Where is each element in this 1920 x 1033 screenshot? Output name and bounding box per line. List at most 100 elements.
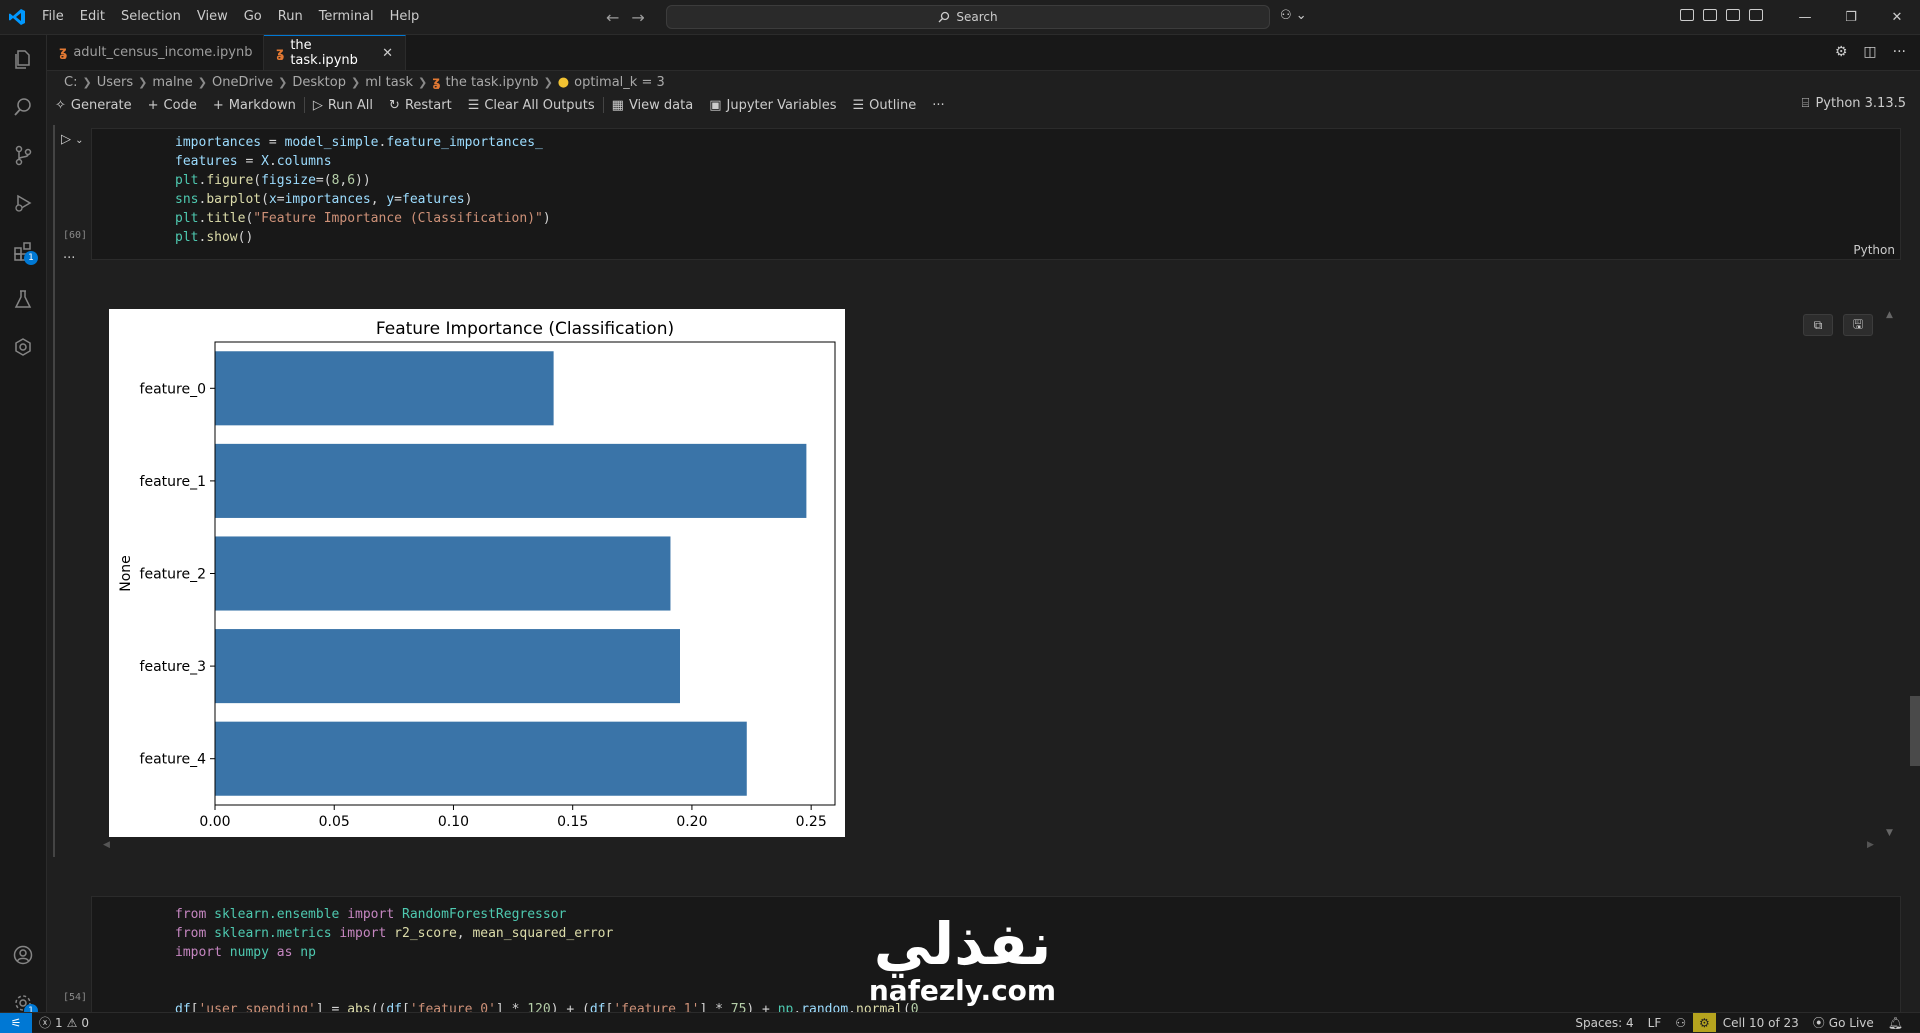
generate-button[interactable]: ✧ Generate	[47, 94, 140, 116]
chevron-right-icon: ❯	[351, 75, 361, 89]
clear-outputs-icon: ☰	[467, 97, 480, 113]
error-count: 1	[55, 1015, 63, 1030]
run-debug-icon[interactable]	[0, 183, 46, 223]
execution-count: [54]	[63, 992, 88, 1003]
y-axis-label: None	[118, 555, 134, 592]
run-all-label: Run All	[327, 97, 374, 113]
close-window-icon[interactable]: ✕	[1874, 10, 1920, 25]
python-icon: ●	[557, 74, 570, 90]
problems-indicator[interactable]: ⓧ 1 ⚠ 0	[32, 1014, 96, 1031]
breadcrumb-item[interactable]: malne	[152, 75, 192, 90]
output-more-button[interactable]: ···	[63, 251, 75, 266]
breadcrumb-item[interactable]: OneDrive	[212, 75, 273, 90]
y-tick-label: feature_1	[140, 474, 206, 490]
breadcrumb-item[interactable]: C:	[64, 75, 77, 90]
breadcrumb-item[interactable]: Users	[97, 75, 133, 90]
toggle-primary-sidebar-icon[interactable]	[1703, 9, 1717, 21]
highlighted-status-icon[interactable]: ⚙	[1693, 1013, 1716, 1032]
menu-run[interactable]: Run	[270, 0, 311, 34]
back-arrow-icon[interactable]: ←	[606, 8, 619, 27]
toggle-panel-icon[interactable]	[1726, 9, 1740, 21]
restore-icon[interactable]: ❐	[1828, 10, 1874, 25]
clear-all-outputs-button[interactable]: ☰ Clear All Outputs	[460, 94, 603, 116]
x-tick-label: 0.10	[438, 814, 469, 830]
copilot-extension-icon[interactable]	[0, 327, 46, 367]
chevron-right-icon: ❯	[138, 75, 148, 89]
search-view-icon[interactable]	[0, 87, 46, 127]
outline-button[interactable]: ☰ Outline	[845, 94, 925, 116]
breadcrumb-item[interactable]: ml task	[365, 75, 413, 90]
outline-label: Outline	[869, 97, 917, 113]
view-data-button[interactable]: ▦ View data	[604, 94, 702, 116]
x-tick-label: 0.00	[199, 814, 230, 830]
breadcrumb-item[interactable]: the task.ipynb	[446, 75, 539, 90]
close-tab-icon[interactable]: ✕	[382, 46, 393, 61]
add-markdown-cell-button[interactable]: + Markdown	[205, 94, 304, 116]
notifications-bell-icon[interactable]: 🔔︎	[1881, 1016, 1910, 1030]
restart-icon: ↻	[389, 97, 400, 113]
run-cell-button[interactable]: ▷ ⌄	[61, 132, 84, 147]
menu-go[interactable]: Go	[236, 0, 270, 34]
more-actions-icon[interactable]: ···	[1893, 44, 1906, 60]
cell-language-label[interactable]: Python	[1853, 243, 1895, 257]
plus-icon: +	[212, 97, 224, 113]
output-scroll-down-icon[interactable]: ▼	[1886, 828, 1893, 838]
save-output-icon[interactable]: 🖫	[1843, 314, 1873, 336]
copilot-status-icon[interactable]: ⚇	[1668, 1016, 1693, 1030]
testing-flask-icon[interactable]	[0, 279, 46, 319]
breadcrumb-item[interactable]: optimal_k = 3	[574, 75, 665, 90]
broadcast-icon: ⦿	[1812, 1016, 1825, 1030]
toggle-secondary-sidebar-icon[interactable]	[1749, 9, 1763, 21]
explorer-icon[interactable]	[0, 39, 46, 79]
menu-help[interactable]: Help	[382, 0, 428, 34]
code-line: importances = model_simple.feature_impor…	[175, 135, 543, 150]
output-scroll-right-icon[interactable]: ▶	[1867, 840, 1874, 850]
generate-label: Generate	[70, 97, 132, 113]
output-scroll-up-icon[interactable]: ▲	[1886, 310, 1893, 320]
tab-adult-census-income[interactable]: ʓ adult_census_income.ipynb	[47, 35, 264, 70]
chevron-right-icon: ❯	[543, 75, 553, 89]
notebook-settings-gear-icon[interactable]: ⚙	[1835, 44, 1848, 60]
menu-file[interactable]: File	[34, 0, 72, 34]
breadcrumb-item[interactable]: Desktop	[292, 75, 346, 90]
tab-the-task[interactable]: ʓ the task.ipynb ✕	[264, 35, 406, 70]
source-control-icon[interactable]	[0, 135, 46, 175]
editor-scrollbar[interactable]	[1910, 696, 1920, 766]
jupyter-variables-button[interactable]: ▣ Jupyter Variables	[701, 94, 844, 116]
indentation-status[interactable]: Spaces: 4	[1568, 1016, 1640, 1030]
extensions-icon[interactable]	[0, 231, 46, 271]
forward-arrow-icon[interactable]: →	[631, 8, 644, 27]
tab-label: the task.ipynb	[290, 38, 358, 68]
accounts-icon[interactable]	[0, 935, 46, 975]
menu-terminal[interactable]: Terminal	[311, 0, 382, 34]
minimize-icon[interactable]: —	[1782, 10, 1828, 25]
execution-count: [60]	[63, 230, 88, 241]
more-toolbar-button[interactable]: ···	[924, 94, 952, 116]
chevron-right-icon: ❯	[278, 75, 288, 89]
restart-button[interactable]: ↻ Restart	[381, 94, 460, 116]
cell-position-status[interactable]: Cell 10 of 23	[1716, 1016, 1806, 1030]
output-scroll-left-icon[interactable]: ◀	[103, 840, 110, 850]
kernel-picker[interactable]: ⌸ Python 3.13.5	[1802, 96, 1906, 111]
split-editor-icon[interactable]: ◫	[1863, 44, 1876, 60]
menu-edit[interactable]: Edit	[72, 0, 113, 34]
menu-selection[interactable]: Selection	[113, 0, 189, 34]
run-all-button[interactable]: ▷ Run All	[305, 94, 381, 116]
copy-output-icon[interactable]: ⧉	[1803, 314, 1833, 336]
warning-icon: ⚠	[66, 1015, 78, 1030]
editor-tabs: ʓ adult_census_income.ipynb ʓ the task.i…	[47, 35, 1920, 71]
chart-title: Feature Importance (Classification)	[376, 319, 674, 339]
remote-indicator-icon[interactable]: ⚟	[0, 1012, 32, 1033]
copilot-icon[interactable]: ⚇ ⌄	[1280, 8, 1307, 23]
go-live-button[interactable]: ⦿ Go Live	[1806, 1014, 1881, 1031]
menu-view[interactable]: View	[189, 0, 236, 34]
y-tick-label: feature_0	[140, 381, 206, 397]
code-label: Code	[163, 97, 197, 113]
bar-feature_4	[215, 721, 747, 796]
command-center-search[interactable]: Search	[666, 5, 1270, 29]
code-cell-editor[interactable]: importances = model_simple.feature_impor…	[91, 128, 1901, 260]
add-code-cell-button[interactable]: + Code	[140, 94, 205, 116]
eol-status[interactable]: LF	[1641, 1016, 1669, 1030]
customize-layout-icon[interactable]	[1680, 9, 1694, 21]
